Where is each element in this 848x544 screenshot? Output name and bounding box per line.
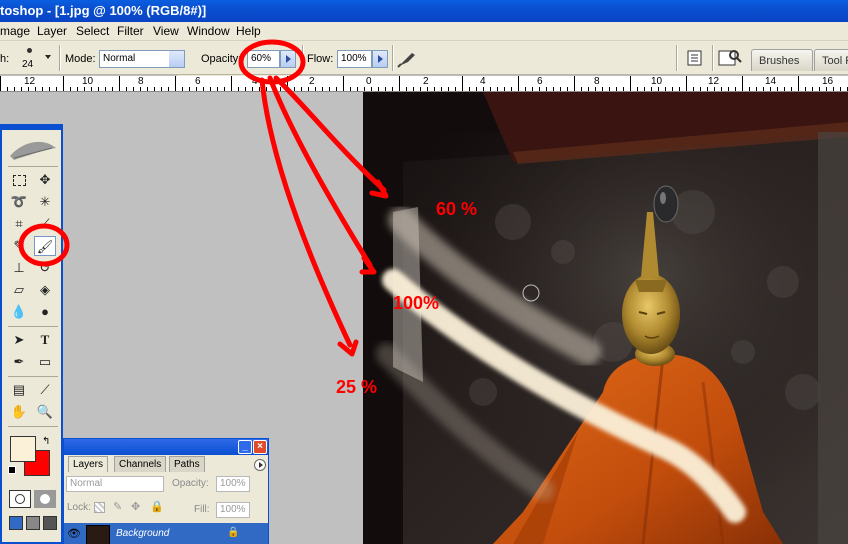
- opacity-circle-annotation: [238, 39, 306, 85]
- label-25-annotation: 25 %: [336, 377, 377, 397]
- label-60-annotation: 60 %: [436, 199, 477, 219]
- brush-tool-circle-annotation: [18, 223, 70, 267]
- arrow-100-annotation: [267, 75, 373, 268]
- arrow-60-annotation: [273, 75, 387, 193]
- annotation-overlay: 60 % 100% 25 %: [18, 39, 477, 397]
- label-100-annotation: 100%: [393, 293, 439, 313]
- photoshop-window: toshop - [1.jpg @ 100% (RGB/8#)] mage La…: [0, 0, 848, 544]
